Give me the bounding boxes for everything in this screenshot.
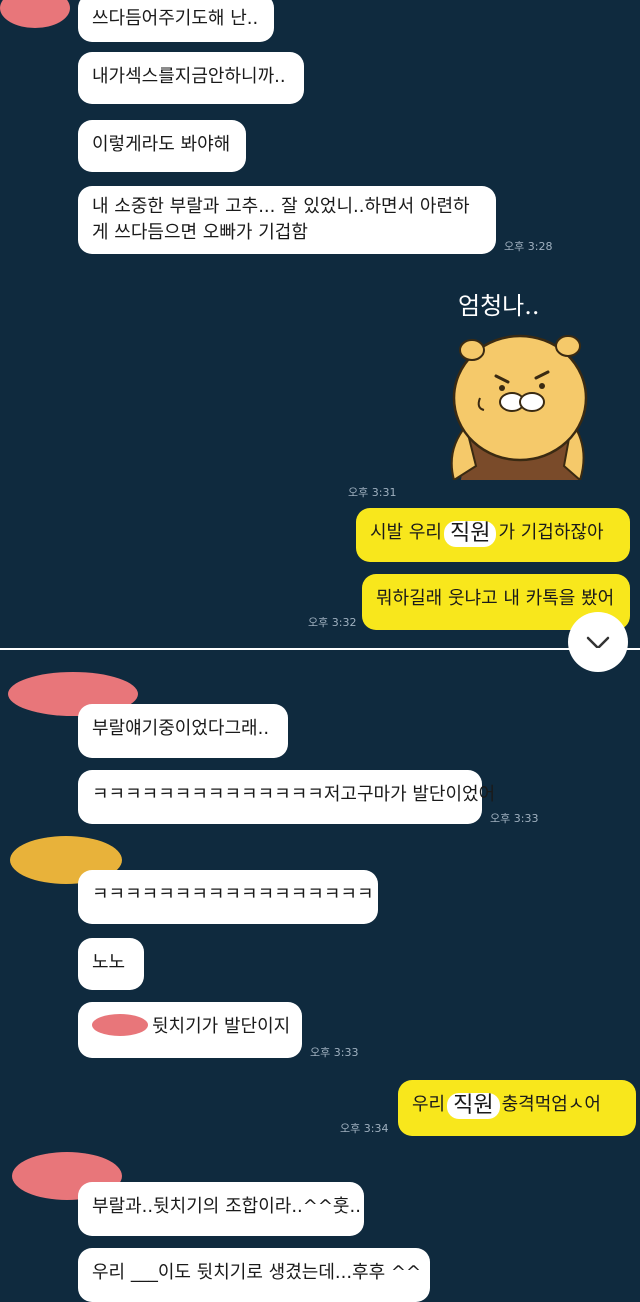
handwritten-word: 직원 — [443, 521, 497, 547]
message-text: 쓰다듬어주기도해 난.. — [92, 8, 259, 29]
timestamp: 오후 3:33 — [310, 1046, 359, 1059]
sticker-character-icon — [450, 334, 588, 480]
my-message-bubble[interactable]: 시발 우리 직원 가 기겁하잖아 — [356, 508, 630, 562]
timestamp: 오후 3:33 — [490, 812, 539, 825]
timestamp: 오후 3:32 — [308, 616, 357, 629]
message-text: 부랄얘기중이었다그래.. — [92, 718, 270, 739]
message-text: ㅋㅋㅋㅋㅋㅋㅋㅋㅋㅋㅋㅋㅋㅋㅋㅋㅋ — [92, 884, 374, 905]
message-text: ㅋㅋㅋㅋㅋㅋㅋㅋㅋㅋㅋㅋㅋㅋ저고구마가 발단이었어 — [92, 784, 496, 805]
redacted-name — [92, 1014, 148, 1036]
message-text: 뭐하길래 웃냐고 내 카톡을 봤어 — [376, 588, 615, 609]
ryan-sticker[interactable]: 엄청나.. — [440, 280, 590, 480]
screenshot-divider — [0, 648, 640, 650]
handwritten-word: 직원 — [447, 1093, 500, 1119]
message-text-part: 가 기겁하잖아 — [498, 522, 604, 543]
message-text-part: 충격먹엄ㅅ어 — [501, 1094, 601, 1115]
my-message-bubble[interactable]: 우리 직원 충격먹엄ㅅ어 — [398, 1080, 636, 1136]
message-text: 이렇게라도 봐야해 — [92, 134, 231, 155]
message-text: 내 소중한 부랄과 고추... 잘 있었니..하면서 아련하게 쓰다듬으면 오빠… — [92, 196, 470, 243]
message-text-part: 시발 우리 — [370, 522, 442, 543]
message-text: 부랄과..뒷치기의 조합이라..^^훗.. — [92, 1196, 361, 1217]
message-bubble[interactable]: 우리 ___이도 뒷치기로 생겼는데...후후 ^^ — [78, 1248, 430, 1302]
message-text-part: 우리 — [412, 1094, 446, 1115]
message-bubble[interactable]: 쓰다듬어주기도해 난.. — [78, 0, 274, 42]
message-bubble[interactable]: 내 소중한 부랄과 고추... 잘 있었니..하면서 아련하게 쓰다듬으면 오빠… — [78, 186, 496, 254]
message-bubble[interactable]: 부랄얘기중이었다그래.. — [78, 704, 288, 758]
timestamp: 오후 3:31 — [348, 486, 397, 499]
message-bubble[interactable]: 뒷치기가 발단이지 — [78, 1002, 302, 1058]
scroll-down-button[interactable] — [568, 612, 628, 672]
message-text: 노노 — [92, 952, 126, 973]
message-bubble[interactable]: 부랄과..뒷치기의 조합이라..^^훗.. — [78, 1182, 364, 1236]
message-bubble[interactable]: 노노 — [78, 938, 144, 990]
timestamp: 오후 3:28 — [504, 240, 553, 253]
message-bubble[interactable]: ㅋㅋㅋㅋㅋㅋㅋㅋㅋㅋㅋㅋㅋㅋㅋㅋㅋ — [78, 870, 378, 924]
message-bubble[interactable]: ㅋㅋㅋㅋㅋㅋㅋㅋㅋㅋㅋㅋㅋㅋ저고구마가 발단이었어 — [78, 770, 495, 824]
message-bubble[interactable]: 내가섹스를지금안하니까.. — [78, 52, 304, 104]
timestamp: 오후 3:34 — [340, 1122, 389, 1135]
redacted-avatar-1 — [0, 0, 70, 28]
message-bubble[interactable]: 이렇게라도 봐야해 — [78, 120, 246, 172]
chevron-down-icon — [586, 636, 610, 650]
message-text: 내가섹스를지금안하니까.. — [92, 66, 286, 87]
message-text: 뒷치기가 발단이지 — [152, 1016, 291, 1037]
